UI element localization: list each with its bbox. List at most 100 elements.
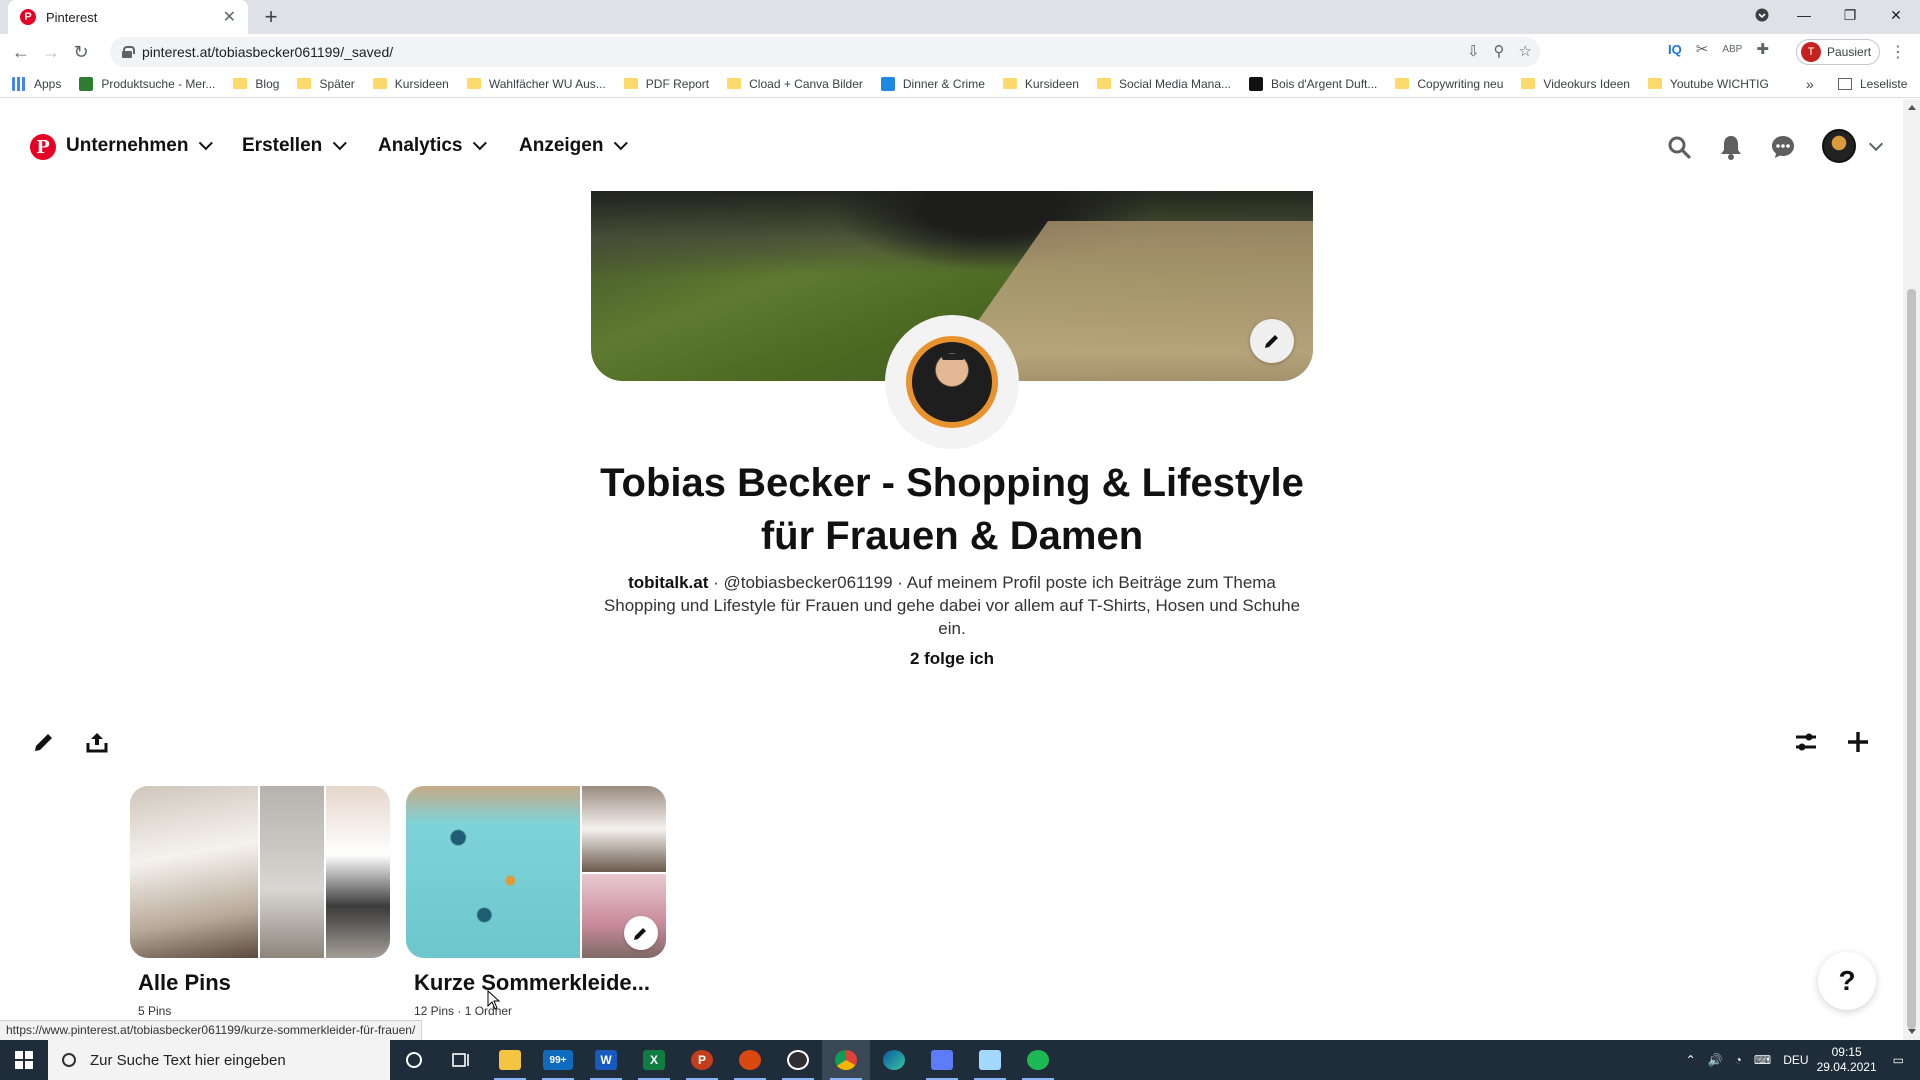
- edit-cover-pencil-icon[interactable]: [1250, 319, 1294, 363]
- tab-search-icon[interactable]: [1740, 0, 1784, 30]
- snipping-tool-icon[interactable]: [918, 1040, 966, 1080]
- bookmark-item[interactable]: Bois d'Argent Duft...: [1249, 76, 1377, 91]
- minimize-window-button[interactable]: —: [1782, 0, 1826, 30]
- help-button[interactable]: ?: [1818, 952, 1876, 1010]
- bookmark-item[interactable]: Apps: [12, 76, 61, 91]
- menu-label: Anzeigen: [519, 135, 604, 156]
- volume-icon[interactable]: 🔊: [1708, 1053, 1723, 1067]
- task-view-icon[interactable]: [438, 1040, 486, 1080]
- profile-avatar[interactable]: [885, 315, 1019, 449]
- filter-sliders-icon[interactable]: [1788, 724, 1824, 760]
- forward-arrow-icon[interactable]: →: [36, 37, 66, 67]
- tray-chevron-up-icon[interactable]: ⌃: [1686, 1053, 1696, 1067]
- user-avatar[interactable]: [1822, 129, 1856, 163]
- following-count[interactable]: 2 folge ich: [591, 649, 1313, 669]
- notification-center-icon[interactable]: ▭: [1893, 1053, 1904, 1067]
- menu-analytics[interactable]: Analytics: [378, 135, 488, 157]
- notepad-icon[interactable]: [966, 1040, 1014, 1080]
- bookmark-item[interactable]: Blog: [233, 77, 279, 91]
- new-tab-button[interactable]: +: [258, 4, 284, 30]
- chrome-icon[interactable]: [822, 1040, 870, 1080]
- folder-icon: [1096, 78, 1111, 89]
- app-circle-icon[interactable]: [726, 1040, 774, 1080]
- mail-icon[interactable]: 99+: [534, 1040, 582, 1080]
- extension-tool-icon[interactable]: ✂: [1696, 40, 1709, 58]
- back-arrow-icon[interactable]: ←: [6, 37, 36, 67]
- chevron-down-icon: [333, 136, 348, 151]
- bookmark-item[interactable]: Copywriting neu: [1395, 77, 1503, 91]
- add-plus-icon[interactable]: [1840, 724, 1876, 760]
- reload-icon[interactable]: ↻: [66, 37, 96, 67]
- taskbar-search-placeholder: Zur Suche Text hier eingeben: [90, 1051, 286, 1069]
- bookmark-star-icon[interactable]: ☆: [1519, 42, 1532, 60]
- windows-start-icon[interactable]: [0, 1040, 48, 1080]
- file-explorer-icon[interactable]: [486, 1040, 534, 1080]
- excel-icon[interactable]: X: [630, 1040, 678, 1080]
- scroll-up-arrow-icon[interactable]: [1908, 105, 1916, 110]
- board-thumbnails[interactable]: [406, 786, 666, 958]
- restore-window-button[interactable]: ❐: [1828, 0, 1872, 30]
- share-upload-icon[interactable]: [79, 724, 115, 760]
- language-indicator[interactable]: DEU: [1783, 1053, 1808, 1067]
- extension-iq-icon[interactable]: IQ: [1668, 42, 1682, 57]
- folder-icon: [1002, 78, 1017, 89]
- clock-date: 29.04.2021: [1816, 1060, 1877, 1074]
- bookmark-item[interactable]: Kursideen: [1002, 77, 1079, 91]
- account-chevron-down-icon[interactable]: [1868, 136, 1884, 152]
- bookmark-item[interactable]: Später: [297, 76, 355, 91]
- more-bookmarks-icon[interactable]: »: [1806, 76, 1814, 92]
- site-favicon-icon: [79, 76, 94, 91]
- extensions-puzzle-icon[interactable]: ✚: [1756, 40, 1769, 58]
- notifications-bell-icon[interactable]: [1715, 131, 1747, 163]
- messages-icon[interactable]: [1767, 131, 1799, 163]
- bookmark-item[interactable]: Wahlfächer WU Aus...: [466, 77, 606, 91]
- spotify-icon[interactable]: [1014, 1040, 1062, 1080]
- menu-unternehmen[interactable]: Unternehmen: [66, 135, 214, 157]
- extension-abp-icon[interactable]: ABP: [1722, 44, 1742, 55]
- tab-close-icon[interactable]: ✕: [223, 7, 236, 27]
- bookmark-item[interactable]: Videokurs Ideen: [1521, 77, 1630, 91]
- bookmark-item[interactable]: Kursideen: [372, 77, 449, 91]
- profile-website-link[interactable]: tobitalk.at: [628, 573, 708, 592]
- browser-menu-icon[interactable]: ⋮: [1890, 42, 1906, 62]
- edit-pencil-icon[interactable]: [26, 724, 62, 760]
- bookmark-item[interactable]: Dinner & Crime: [880, 76, 985, 91]
- obs-icon[interactable]: [774, 1040, 822, 1080]
- powerpoint-icon[interactable]: P: [678, 1040, 726, 1080]
- menu-erstellen[interactable]: Erstellen: [242, 135, 348, 157]
- board-thumbnails[interactable]: [130, 786, 390, 958]
- reading-list-icon: [1838, 78, 1852, 90]
- page-scrollbar[interactable]: [1903, 99, 1920, 1040]
- close-window-button[interactable]: ✕: [1874, 0, 1918, 30]
- bookmark-item[interactable]: Produktsuche - Mer...: [79, 76, 215, 91]
- bookmark-item[interactable]: PDF Report: [623, 77, 709, 91]
- bookmark-item[interactable]: Cload + Canva Bilder: [727, 77, 863, 91]
- menu-anzeigen[interactable]: Anzeigen: [519, 135, 629, 157]
- cortana-icon[interactable]: [390, 1040, 438, 1080]
- zoom-icon[interactable]: ⚲: [1494, 42, 1505, 60]
- install-app-icon[interactable]: ⇩: [1467, 42, 1480, 60]
- pinterest-logo-icon[interactable]: P: [30, 134, 56, 160]
- taskbar-search-input[interactable]: Zur Suche Text hier eingeben: [48, 1040, 390, 1080]
- board-title: Alle Pins: [138, 970, 231, 995]
- clock[interactable]: 09:15 29.04.2021: [1817, 1045, 1877, 1075]
- folder-icon: [727, 78, 742, 89]
- network-icon[interactable]: ◔: [1735, 1053, 1742, 1067]
- edit-board-pencil-icon[interactable]: [624, 916, 658, 950]
- bookmark-item[interactable]: Social Media Mana...: [1096, 77, 1231, 91]
- keyboard-icon[interactable]: ⌨: [1754, 1053, 1771, 1067]
- scroll-down-arrow-icon[interactable]: [1908, 1029, 1916, 1034]
- bookmark-label: Später: [319, 76, 355, 91]
- browser-profile-button[interactable]: T Pausiert: [1796, 39, 1880, 65]
- board-alle-pins[interactable]: Alle Pins 5 Pins: [130, 786, 390, 1018]
- scrollbar-thumb[interactable]: [1907, 289, 1916, 1029]
- search-icon[interactable]: [1663, 131, 1695, 163]
- board-kurze-sommerkleider[interactable]: Kurze Sommerkleide... 12 Pins · 1 Ordner: [406, 786, 666, 1018]
- apps-grid-icon: [12, 76, 26, 91]
- word-icon[interactable]: W: [582, 1040, 630, 1080]
- browser-tab-pinterest[interactable]: P Pinterest ✕: [8, 0, 248, 34]
- bookmark-item[interactable]: Youtube WICHTIG: [1647, 77, 1769, 91]
- edge-icon[interactable]: [870, 1040, 918, 1080]
- address-bar[interactable]: pinterest.at/tobiasbecker061199/_saved/ …: [110, 37, 1540, 67]
- reading-list-button[interactable]: Leseliste: [1838, 77, 1907, 91]
